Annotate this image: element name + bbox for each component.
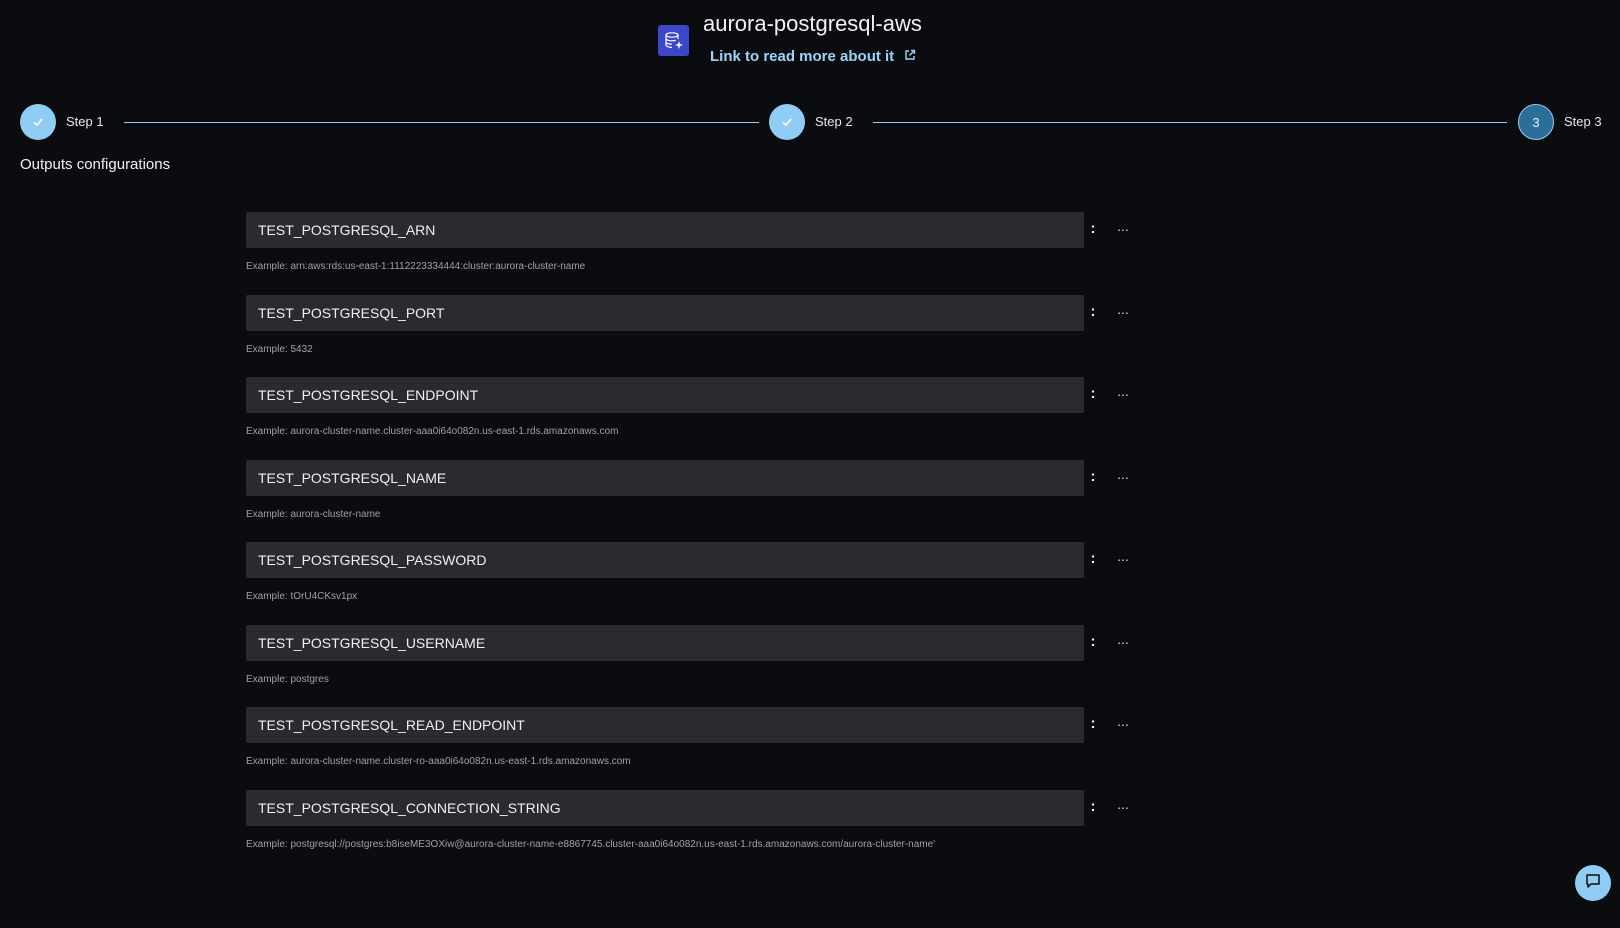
output-row: TEST_POSTGRESQL_PASSWORD:... Example: tOr… (246, 542, 1146, 625)
output-key-field[interactable]: TEST_POSTGRESQL_USERNAME (246, 624, 1084, 661)
read-more-link[interactable]: Link to read more about it (710, 48, 916, 65)
output-example-text: Example: arn:aws:rds:us-east-1:111222333… (246, 261, 586, 272)
stepper: Step 1 Step 2 3 Step 3 (0, 104, 1620, 142)
key-value-separator: : (1090, 715, 1096, 732)
output-key-field[interactable]: TEST_POSTGRESQL_ENDPOINT (246, 377, 1084, 413)
output-example-text: Example: aurora-cluster-name.cluster-ro-… (246, 756, 631, 767)
key-value-separator: : (1090, 302, 1096, 320)
output-key-field[interactable]: TEST_POSTGRESQL_ARN (246, 212, 1084, 248)
step-3-label: Step 3 (1564, 114, 1602, 129)
output-example-text: Example: postgres (246, 673, 329, 685)
step-connector-1 (124, 122, 759, 123)
output-value-button[interactable]: ... (1112, 713, 1134, 729)
output-row: TEST_POSTGRESQL_ARN:... Example: arn:aws:… (246, 212, 1146, 295)
output-value-button[interactable]: ... (1112, 301, 1134, 317)
header: aurora-postgresql-aws Link to read more … (0, 10, 1620, 70)
output-key-field[interactable]: TEST_POSTGRESQL_NAME (246, 459, 1084, 496)
step-connector-2 (873, 122, 1507, 123)
key-value-separator: : (1090, 632, 1096, 650)
output-row: TEST_POSTGRESQL_PORT:... Example: 5432 (246, 294, 1146, 378)
output-key-field[interactable]: TEST_POSTGRESQL_READ_ENDPOINT (246, 707, 1084, 743)
output-example-text: Example: 5432 (246, 343, 313, 355)
output-example-text: Example: aurora-cluster-name (246, 508, 381, 520)
output-row: TEST_POSTGRESQL_ENDPOINT:... Example: aur… (246, 377, 1146, 460)
external-link-icon (904, 48, 916, 65)
database-sparkle-icon (658, 25, 689, 56)
output-example-text: Example: aurora-cluster-name.cluster-aaa… (246, 426, 619, 437)
output-row: TEST_POSTGRESQL_READ_ENDPOINT:... Example… (246, 707, 1146, 790)
output-key-field[interactable]: TEST_POSTGRESQL_PASSWORD (246, 542, 1084, 578)
key-value-separator: : (1090, 385, 1096, 402)
chat-button[interactable] (1575, 865, 1611, 901)
output-row: TEST_POSTGRESQL_CONNECTION_STRING:... Exa… (246, 789, 1146, 873)
key-value-separator: : (1090, 550, 1096, 567)
output-key-field[interactable]: TEST_POSTGRESQL_CONNECTION_STRING (246, 789, 1084, 826)
outputs-list: TEST_POSTGRESQL_ARN:... Example: arn:aws:… (246, 212, 1146, 872)
output-value-button[interactable]: ... (1112, 466, 1134, 482)
step-1-check-icon[interactable] (20, 104, 56, 140)
step-1-label: Step 1 (66, 114, 104, 129)
page: aurora-postgresql-aws Link to read more … (0, 0, 1620, 928)
step-2-label: Step 2 (815, 114, 853, 129)
output-row: TEST_POSTGRESQL_USERNAME:... Example: pos… (246, 624, 1146, 708)
output-value-button[interactable]: ... (1112, 218, 1134, 234)
output-value-button[interactable]: ... (1112, 383, 1134, 399)
page-title: aurora-postgresql-aws (703, 11, 922, 36)
output-value-button[interactable]: ... (1112, 548, 1134, 564)
output-row: TEST_POSTGRESQL_NAME:... Example: aurora-… (246, 459, 1146, 543)
output-key-field[interactable]: TEST_POSTGRESQL_PORT (246, 294, 1084, 331)
output-value-button[interactable]: ... (1112, 631, 1134, 647)
read-more-link-label: Link to read more about it (710, 48, 895, 65)
output-value-button[interactable]: ... (1112, 796, 1134, 812)
output-example-text: Example: postgresql://postgres:b8iseME3O… (246, 838, 936, 850)
output-example-text: Example: tOrU4CKsv1px (246, 591, 358, 602)
step-2-check-icon[interactable] (769, 104, 805, 140)
section-title: Outputs configurations (20, 156, 171, 173)
key-value-separator: : (1090, 467, 1096, 485)
chat-bubble-icon (1584, 872, 1602, 895)
step-3-number[interactable]: 3 (1518, 104, 1554, 140)
key-value-separator: : (1090, 220, 1096, 237)
key-value-separator: : (1090, 797, 1096, 815)
